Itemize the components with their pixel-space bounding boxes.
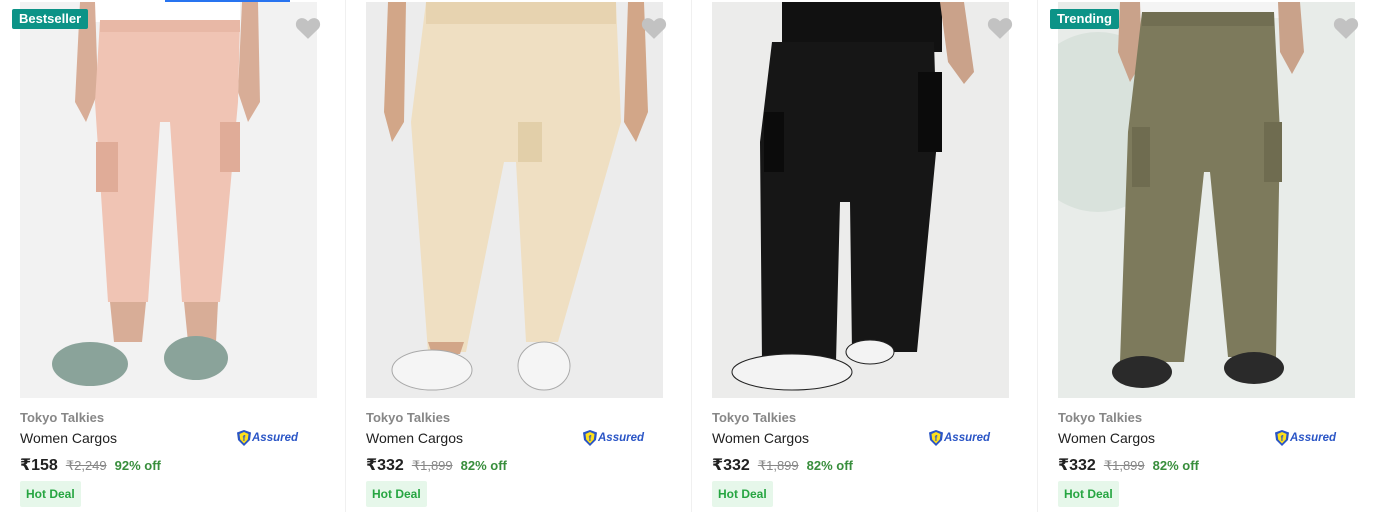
product-card[interactable]: Tokyo Talkies Women Cargos f Assured ₹33… bbox=[346, 0, 692, 512]
price-row: ₹332 ₹1,899 82% off bbox=[712, 455, 853, 475]
brand-name[interactable]: Tokyo Talkies bbox=[712, 410, 796, 425]
product-image[interactable] bbox=[366, 2, 663, 398]
hot-deal-tag: Hot Deal bbox=[20, 481, 81, 507]
flipkart-assured-badge: f Assured bbox=[237, 429, 298, 447]
product-card[interactable]: Trending Tokyo Talkies Women Cargos f As… bbox=[1038, 0, 1373, 512]
product-card[interactable]: Tokyo Talkies Women Cargos f Assured ₹33… bbox=[692, 0, 1038, 512]
brand-name[interactable]: Tokyo Talkies bbox=[366, 410, 450, 425]
original-price: ₹2,249 bbox=[65, 458, 107, 473]
product-title[interactable]: Women Cargos bbox=[1058, 430, 1155, 446]
product-image[interactable] bbox=[1058, 2, 1355, 398]
product-grid: Bestseller Tokyo Talkies Women Cargos f … bbox=[0, 0, 1373, 512]
price-row: ₹158 ₹2,249 92% off bbox=[20, 455, 161, 475]
selling-price: ₹158 bbox=[20, 457, 58, 474]
assured-label: Assured bbox=[944, 432, 991, 444]
selling-price: ₹332 bbox=[366, 457, 404, 474]
trending-badge: Trending bbox=[1050, 9, 1119, 29]
flipkart-assured-badge: f Assured bbox=[929, 429, 990, 447]
wishlist-heart-icon[interactable] bbox=[295, 16, 321, 40]
assured-shield-icon: f bbox=[929, 430, 943, 446]
assured-shield-icon: f bbox=[583, 430, 597, 446]
assured-shield-icon: f bbox=[237, 430, 251, 446]
discount-percent: 82% off bbox=[806, 458, 853, 473]
product-title[interactable]: Women Cargos bbox=[712, 430, 809, 446]
hot-deal-tag: Hot Deal bbox=[712, 481, 773, 507]
original-price: ₹1,899 bbox=[757, 458, 799, 473]
discount-percent: 82% off bbox=[460, 458, 507, 473]
left-leg-skin bbox=[110, 302, 146, 342]
price-row: ₹332 ₹1,899 82% off bbox=[1058, 455, 1199, 475]
right-shoe bbox=[517, 341, 571, 391]
right-leg-skin bbox=[184, 302, 218, 342]
hot-deal-tag: Hot Deal bbox=[366, 481, 427, 507]
wishlist-heart-icon[interactable] bbox=[641, 16, 667, 40]
brand-name[interactable]: Tokyo Talkies bbox=[1058, 410, 1142, 425]
product-title[interactable]: Women Cargos bbox=[20, 430, 117, 446]
hot-deal-tag: Hot Deal bbox=[1058, 481, 1119, 507]
cargo-pocket bbox=[1132, 127, 1150, 187]
svg-text:f: f bbox=[243, 434, 246, 443]
flipkart-assured-badge: f Assured bbox=[583, 429, 644, 447]
discount-percent: 82% off bbox=[1152, 458, 1199, 473]
cargo-pocket bbox=[1264, 122, 1282, 182]
left-arm bbox=[384, 2, 406, 142]
cargo-pocket bbox=[918, 72, 942, 152]
product-image[interactable] bbox=[712, 2, 1009, 398]
svg-text:f: f bbox=[589, 434, 592, 443]
model-top bbox=[90, 2, 240, 22]
left-shoe bbox=[391, 349, 473, 391]
discount-percent: 92% off bbox=[114, 458, 161, 473]
cargo-pocket bbox=[518, 122, 542, 162]
product-title[interactable]: Women Cargos bbox=[366, 430, 463, 446]
original-price: ₹1,899 bbox=[411, 458, 453, 473]
svg-text:f: f bbox=[935, 434, 938, 443]
right-shoe bbox=[164, 336, 228, 380]
left-shoe bbox=[52, 342, 128, 386]
brand-name[interactable]: Tokyo Talkies bbox=[20, 410, 104, 425]
cargo-pocket bbox=[764, 112, 784, 172]
original-price: ₹1,899 bbox=[1103, 458, 1145, 473]
wishlist-heart-icon[interactable] bbox=[1333, 16, 1359, 40]
left-shoe bbox=[1112, 356, 1172, 388]
wishlist-heart-icon[interactable] bbox=[987, 16, 1013, 40]
price-row: ₹332 ₹1,899 82% off bbox=[366, 455, 507, 475]
assured-label: Assured bbox=[1290, 432, 1337, 444]
cargo-pocket bbox=[220, 122, 240, 172]
selling-price: ₹332 bbox=[712, 457, 750, 474]
assured-label: Assured bbox=[598, 432, 645, 444]
product-image[interactable] bbox=[20, 2, 317, 398]
bestseller-badge: Bestseller bbox=[12, 9, 89, 29]
waistband bbox=[426, 2, 616, 24]
right-shoe bbox=[845, 339, 895, 365]
cargo-pocket bbox=[96, 142, 118, 192]
right-shoe bbox=[1224, 352, 1284, 384]
assured-label: Assured bbox=[252, 432, 299, 444]
left-shoe bbox=[731, 353, 853, 391]
flipkart-assured-badge: f Assured bbox=[1275, 429, 1336, 447]
waistband bbox=[1142, 12, 1274, 26]
svg-text:f: f bbox=[1281, 434, 1284, 443]
product-card[interactable]: Bestseller Tokyo Talkies Women Cargos f … bbox=[0, 0, 346, 512]
selling-price: ₹332 bbox=[1058, 457, 1096, 474]
waistband bbox=[100, 20, 240, 32]
assured-shield-icon: f bbox=[1275, 430, 1289, 446]
